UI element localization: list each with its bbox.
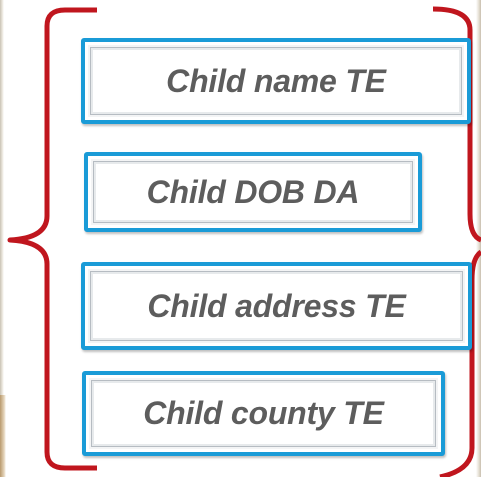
child-name-box: Child name TE [81,38,471,124]
child-county-label: Child county TE [143,395,384,431]
child-name-inner-frame: Child name TE [90,47,462,115]
child-county-inner-frame: Child county TE [91,380,436,447]
child-dob-inner-frame: Child DOB DA [93,161,413,223]
child-county-box: Child county TE [82,371,445,456]
child-name-label: Child name TE [166,62,386,99]
child-address-box: Child address TE [81,262,472,350]
child-dob-box: Child DOB DA [84,152,422,232]
child-address-inner-frame: Child address TE [90,271,463,341]
child-address-label: Child address TE [147,287,406,324]
child-dob-label: Child DOB DA [146,173,360,210]
